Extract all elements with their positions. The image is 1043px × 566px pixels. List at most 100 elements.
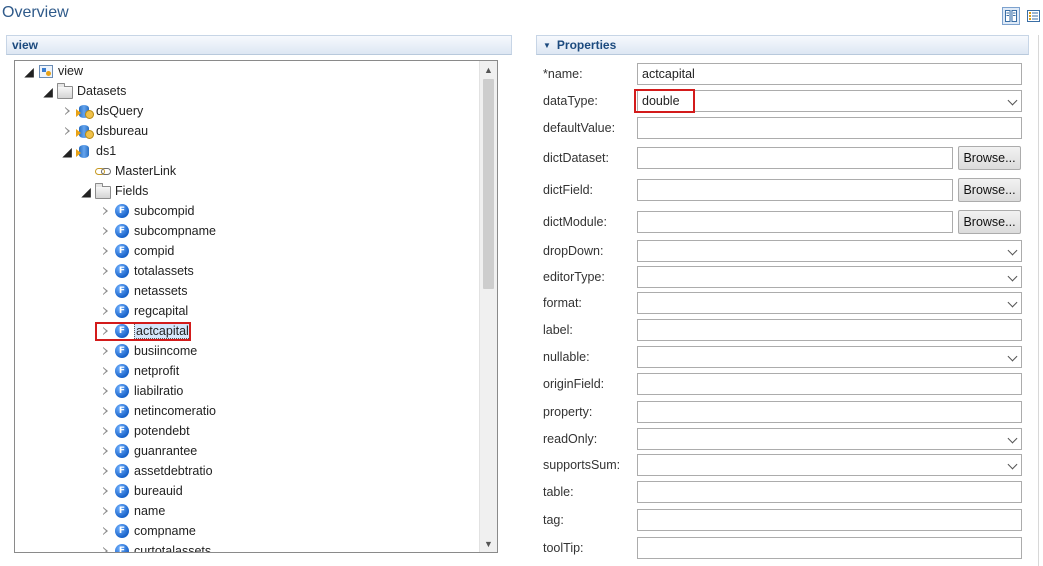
property-label: readOnly: — [543, 432, 598, 446]
expanded-arrow-icon[interactable]: ◢ — [80, 185, 92, 199]
property-select[interactable] — [637, 240, 1022, 262]
property-input[interactable] — [637, 319, 1022, 341]
collapsed-arrow-icon[interactable] — [99, 365, 111, 377]
list-layout-button[interactable] — [1024, 7, 1042, 25]
collapsed-arrow-icon[interactable] — [99, 445, 111, 457]
chevron-down-icon[interactable] — [1007, 95, 1018, 106]
scroll-thumb[interactable] — [483, 79, 494, 289]
tree-scrollbar[interactable]: ▲ ▼ — [479, 61, 497, 552]
tree-node-label: Fields — [115, 184, 149, 198]
collapsed-arrow-icon[interactable] — [99, 305, 111, 317]
tree-node-dsbureau[interactable]: dsbureau — [61, 121, 148, 141]
expanded-arrow-icon[interactable]: ◢ — [61, 145, 73, 159]
expanded-arrow-icon[interactable]: ◢ — [42, 85, 54, 99]
tree-node-field[interactable]: Fguanrantee — [99, 441, 197, 461]
property-input[interactable] — [637, 179, 953, 201]
tree-node-field[interactable]: Fnetassets — [99, 281, 188, 301]
property-input[interactable] — [637, 147, 953, 169]
tree-node-field[interactable]: Fnetprofit — [99, 361, 179, 381]
collapsed-arrow-icon[interactable] — [99, 545, 111, 552]
property-input[interactable] — [637, 537, 1022, 559]
field-icon: F — [114, 263, 130, 279]
properties-section-header[interactable]: ▼ Properties — [536, 35, 1029, 55]
tree-node-datasets[interactable]: ◢ Datasets — [42, 81, 126, 101]
collapsed-arrow-icon[interactable] — [99, 405, 111, 417]
collapsed-arrow-icon[interactable] — [99, 485, 111, 497]
tree-node-fields[interactable]: ◢ Fields — [80, 181, 148, 201]
scroll-down-icon[interactable]: ▼ — [480, 535, 497, 552]
tree-node-masterlink[interactable]: MasterLink — [80, 161, 176, 181]
tree-node-field[interactable]: Ftotalassets — [99, 261, 194, 281]
collapsed-arrow-icon[interactable] — [99, 425, 111, 437]
field-icon: F — [114, 543, 130, 552]
tree-node-field[interactable]: Fcompname — [99, 521, 196, 541]
tree-node-label: name — [134, 504, 166, 518]
tree-node-field[interactable]: Fassetdebtratio — [99, 461, 213, 481]
property-input[interactable] — [637, 481, 1022, 503]
collapsed-arrow-icon[interactable] — [99, 385, 111, 397]
chevron-down-icon[interactable] — [1007, 297, 1018, 308]
property-input[interactable] — [637, 211, 953, 233]
property-input[interactable]: actcapital — [637, 63, 1022, 85]
collapsed-arrow-icon[interactable] — [99, 345, 111, 357]
outline-tree[interactable]: ◢ view ◢ Datasets dsQuery dsbureau ◢ ds1… — [14, 60, 498, 553]
tree-node-field[interactable]: Fnetincomeratio — [99, 401, 216, 421]
chevron-down-icon[interactable] — [1007, 351, 1018, 362]
tree-node-field[interactable]: Fcurtotalassets — [99, 541, 211, 552]
tree-node-view[interactable]: ◢ view — [23, 61, 83, 81]
collapsed-arrow-icon[interactable] — [99, 245, 111, 257]
tree-node-field[interactable]: Fname — [99, 501, 165, 521]
collapsed-arrow-icon[interactable] — [99, 465, 111, 477]
grid-layout-button[interactable] — [1002, 7, 1020, 25]
field-icon: F — [114, 283, 130, 299]
collapse-triangle-icon[interactable]: ▼ — [543, 41, 551, 50]
expanded-arrow-icon[interactable]: ◢ — [23, 65, 35, 79]
tree-node-label: bureauid — [134, 484, 183, 498]
tree-node-field[interactable]: Fbusiincome — [99, 341, 197, 361]
browse-button[interactable]: Browse... — [958, 146, 1021, 170]
tree-node-label: netassets — [134, 284, 188, 298]
tree-node-dsquery[interactable]: dsQuery — [61, 101, 143, 121]
chevron-down-icon[interactable] — [1007, 245, 1018, 256]
browse-button[interactable]: Browse... — [958, 178, 1021, 202]
property-input[interactable] — [637, 117, 1022, 139]
tree-node-field[interactable]: Fcompid — [99, 241, 174, 261]
property-label: *name: — [543, 67, 583, 81]
collapsed-arrow-icon[interactable] — [99, 505, 111, 517]
property-select[interactable] — [637, 346, 1022, 368]
tree-node-field[interactable]: Fsubcompname — [99, 221, 216, 241]
view-section-header[interactable]: view — [6, 35, 512, 55]
property-select[interactable] — [637, 292, 1022, 314]
field-icon: F — [114, 363, 130, 379]
chevron-down-icon[interactable] — [1007, 433, 1018, 444]
collapsed-arrow-icon[interactable] — [99, 225, 111, 237]
collapsed-arrow-icon[interactable] — [61, 105, 73, 117]
property-select[interactable] — [637, 266, 1022, 288]
tree-node-field[interactable]: Fbureauid — [99, 481, 183, 501]
collapsed-arrow-icon[interactable] — [99, 525, 111, 537]
property-input[interactable] — [637, 401, 1022, 423]
property-input[interactable] — [637, 509, 1022, 531]
property-label: dropDown: — [543, 244, 604, 258]
collapsed-arrow-icon[interactable] — [61, 125, 73, 137]
field-icon: F — [114, 223, 130, 239]
chevron-down-icon[interactable] — [1007, 271, 1018, 282]
tree-node-label: view — [58, 64, 84, 78]
tree-node-field[interactable]: Fpotendebt — [99, 421, 190, 441]
tree-node-field[interactable]: Fsubcompid — [99, 201, 194, 221]
browse-button[interactable]: Browse... — [958, 210, 1021, 234]
property-select[interactable] — [637, 454, 1022, 476]
tree-node-field[interactable]: Fliabilratio — [99, 381, 183, 401]
property-input[interactable] — [637, 373, 1022, 395]
tree-node-label: assetdebtratio — [134, 464, 213, 478]
collapsed-arrow-icon[interactable] — [99, 285, 111, 297]
tree-node-ds1[interactable]: ◢ ds1 — [61, 141, 116, 161]
property-select[interactable] — [637, 428, 1022, 450]
tree-node-label: compname — [134, 524, 196, 538]
scroll-up-icon[interactable]: ▲ — [480, 61, 497, 78]
collapsed-arrow-icon[interactable] — [99, 205, 111, 217]
chevron-down-icon[interactable] — [1007, 459, 1018, 470]
collapsed-arrow-icon[interactable] — [99, 265, 111, 277]
dataset-icon — [76, 123, 94, 139]
tree-node-field[interactable]: Fregcapital — [99, 301, 188, 321]
